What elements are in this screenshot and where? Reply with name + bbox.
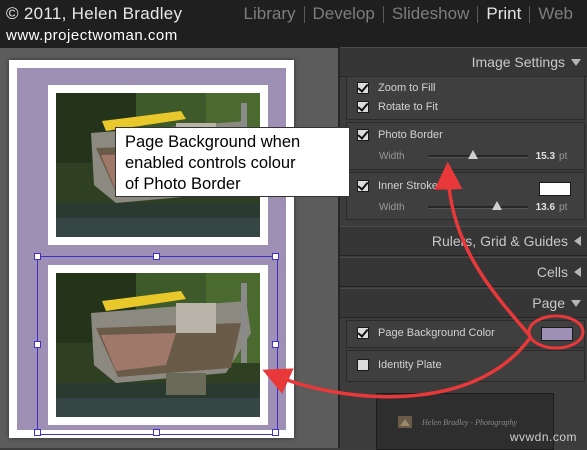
image-settings-header[interactable]: Image Settings [340, 47, 587, 77]
copyright-text: © 2011, Helen Bradley [6, 4, 183, 23]
module-picker: Library Develop Slideshow Print Web [236, 4, 581, 24]
photo-border-box: Photo Border Width 15.3 pt [346, 122, 585, 170]
slider-thumb[interactable] [491, 201, 502, 210]
identity-plate-row[interactable]: Identity Plate [357, 359, 442, 371]
page-title: Page [532, 295, 565, 311]
rotate-to-fit-checkbox[interactable] [357, 101, 369, 113]
callout-text: Page Background when enabled controls co… [125, 133, 301, 193]
inner-stroke-width-slider[interactable] [427, 201, 528, 210]
collapse-triangle-icon [571, 58, 581, 66]
rulers-grid-guides-header[interactable]: Rulers, Grid & Guides [340, 226, 587, 256]
resize-handle[interactable] [272, 429, 279, 436]
module-print[interactable]: Print [478, 4, 529, 24]
resize-handle[interactable] [34, 253, 41, 260]
resize-handle[interactable] [272, 341, 279, 348]
page-background-checkbox[interactable] [357, 327, 369, 339]
print-page [9, 60, 294, 438]
cell-selection-box[interactable] [34, 253, 279, 436]
identity-plate-logo-icon [398, 416, 412, 428]
zoom-to-fill-checkbox[interactable] [357, 82, 369, 94]
photo-border-width-label: Width [379, 151, 405, 162]
slider-thumb[interactable] [467, 150, 478, 159]
inner-stroke-width-value[interactable]: 13.6 [536, 202, 555, 213]
page-background [17, 68, 286, 436]
inner-stroke-checkbox[interactable] [357, 180, 369, 192]
photo-border-width-value[interactable]: 15.3 [536, 151, 555, 162]
cells-header[interactable]: Cells [340, 257, 587, 287]
resize-handle[interactable] [34, 429, 41, 436]
module-slideshow[interactable]: Slideshow [384, 4, 478, 24]
page-background-row[interactable]: Page Background Color [357, 327, 495, 339]
module-header: © 2011, Helen Bradley www.projectwoman.c… [0, 0, 587, 48]
resize-handle[interactable] [153, 429, 160, 436]
identity-plate-text: Helen Bradley - Photography [422, 418, 517, 427]
annotation-callout: Page Background when enabled controls co… [115, 127, 350, 197]
resize-handle[interactable] [272, 253, 279, 260]
page-background-box: Page Background Color [346, 320, 585, 348]
inner-stroke-width-row: Width 13.6 pt [379, 201, 568, 213]
photo-border-width-row: Width 15.3 pt [379, 150, 568, 162]
image-options-box: Zoom to Fill Rotate to Fit [346, 76, 585, 120]
module-develop[interactable]: Develop [305, 4, 383, 24]
resize-handle[interactable] [153, 253, 160, 260]
photo-border-checkbox[interactable] [357, 129, 369, 141]
photo-border-label: Photo Border [378, 129, 443, 141]
inner-stroke-label: Inner Stroke [378, 180, 438, 192]
photo-border-unit: pt [559, 151, 568, 162]
cells-title: Cells [536, 264, 568, 280]
photo-border-row[interactable]: Photo Border [357, 129, 443, 141]
identity-plate-label: Identity Plate [378, 359, 442, 371]
page-background-color-swatch[interactable] [541, 327, 573, 341]
resize-handle[interactable] [34, 341, 41, 348]
website-text: www.projectwoman.com [6, 27, 178, 44]
collapse-triangle-icon [571, 299, 581, 307]
rotate-to-fit-row[interactable]: Rotate to Fit [357, 101, 438, 113]
inner-stroke-width-label: Width [379, 202, 405, 213]
photo-border-width-slider[interactable] [427, 150, 528, 159]
watermark-text: wvwdn.com [509, 430, 577, 444]
module-library[interactable]: Library [236, 4, 304, 24]
right-panel: Image Settings Zoom to Fill Rotate to Fi… [338, 47, 587, 450]
expand-triangle-icon [574, 267, 581, 277]
expand-triangle-icon [574, 236, 581, 246]
identity-plate-box: Identity Plate [346, 350, 585, 382]
rulers-grid-guides-title: Rulers, Grid & Guides [431, 233, 568, 249]
rotate-to-fit-label: Rotate to Fit [378, 101, 438, 113]
inner-stroke-color-swatch[interactable] [539, 182, 571, 196]
module-web[interactable]: Web [530, 4, 581, 24]
zoom-to-fill-label: Zoom to Fill [378, 82, 436, 94]
inner-stroke-unit: pt [559, 202, 568, 213]
page-background-label: Page Background Color [378, 327, 495, 339]
inner-stroke-box: Inner Stroke Width 13.6 pt [346, 172, 585, 220]
inner-stroke-row[interactable]: Inner Stroke [357, 180, 438, 192]
print-preview-area [0, 48, 338, 448]
identity-plate-checkbox[interactable] [357, 359, 369, 371]
page-header[interactable]: Page [340, 288, 587, 318]
zoom-to-fill-row[interactable]: Zoom to Fill [357, 82, 435, 94]
image-settings-title: Image Settings [471, 54, 565, 70]
